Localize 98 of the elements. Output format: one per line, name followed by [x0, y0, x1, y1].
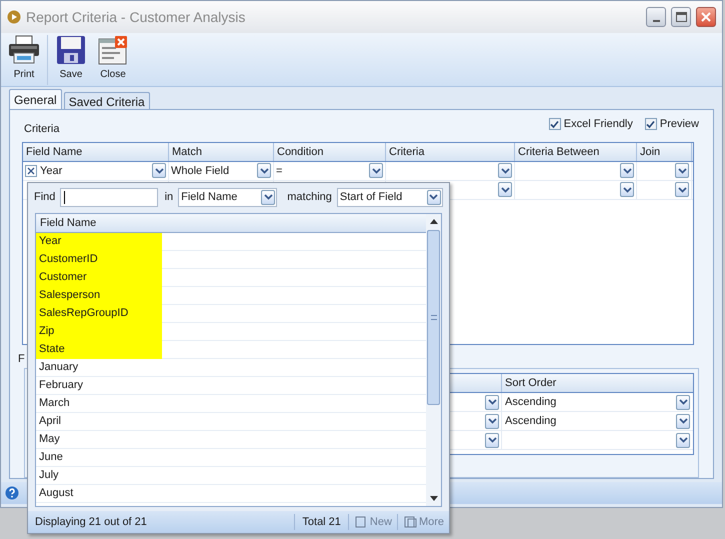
- chevron-down-icon: [678, 399, 688, 406]
- find-label: Find: [34, 190, 56, 205]
- chevron-down-icon: [488, 418, 496, 424]
- list-item[interactable]: June: [36, 448, 63, 466]
- print-toolbar-button[interactable]: Print: [5, 35, 43, 82]
- chevron-down-icon: [154, 168, 164, 174]
- list-item[interactable]: State: [36, 340, 162, 358]
- chevron-down-icon: [500, 168, 510, 174]
- column-header: Field Name: [36, 214, 426, 233]
- list-item[interactable]: July: [36, 466, 59, 484]
- matching-label: matching: [287, 190, 332, 205]
- tab[interactable]: Saved Criteria: [64, 92, 150, 109]
- chevron-down-icon: [488, 437, 496, 444]
- scroll-thumb[interactable]: [427, 230, 440, 405]
- dropdown-button[interactable]: [676, 414, 690, 429]
- chevron-down-icon: [372, 168, 380, 174]
- field-dropdown[interactable]: Field Name: [178, 188, 278, 206]
- list-item[interactable]: May: [36, 430, 60, 448]
- column-header: Criteria: [386, 142, 515, 161]
- checkbox-label: Excel Friendly: [564, 117, 633, 132]
- maximize-button[interactable]: [671, 7, 691, 27]
- list-item[interactable]: Year: [36, 232, 162, 250]
- chevron-down-icon: [678, 437, 688, 444]
- printer-icon: [8, 35, 40, 65]
- minimize-button[interactable]: [646, 7, 666, 27]
- cell-value: Ascending: [505, 414, 558, 430]
- column-header: Condition: [274, 142, 386, 161]
- list-item[interactable]: Zip: [36, 322, 162, 340]
- dropdown-button[interactable]: [152, 163, 166, 178]
- close-icon: [701, 12, 711, 22]
- page-icon: [354, 516, 368, 528]
- dropdown-button[interactable]: [675, 182, 689, 198]
- total-count: Total 21: [294, 514, 348, 530]
- chevron-down-icon: [429, 194, 438, 200]
- dropdown-button[interactable]: [676, 432, 690, 448]
- cell-value: Year: [40, 164, 64, 179]
- find-field[interactable]: [60, 188, 158, 206]
- app-icon: [7, 10, 21, 24]
- column-header: Join: [637, 142, 692, 161]
- x-icon: [27, 166, 35, 175]
- close-toolbar-button[interactable]: Close: [94, 35, 132, 82]
- status-text: Displaying 21 out of 21: [35, 514, 148, 530]
- cell-value: =: [276, 164, 284, 179]
- document-close-icon: [98, 35, 128, 65]
- window-title: Report Criteria - Customer Analysis: [26, 8, 246, 27]
- dropdown-button[interactable]: [257, 163, 271, 178]
- dropdown-button[interactable]: [620, 182, 634, 198]
- list-item[interactable]: Salesperson: [36, 286, 162, 304]
- list-item[interactable]: April: [36, 412, 62, 430]
- list-item[interactable]: August: [36, 484, 74, 502]
- section-label: F: [18, 352, 25, 367]
- scroll-down-arrow[interactable]: [430, 496, 438, 501]
- save-toolbar-button[interactable]: Save: [52, 35, 90, 82]
- scroll-up-arrow[interactable]: [430, 219, 438, 224]
- dropdown-button[interactable]: [620, 163, 634, 178]
- help-icon[interactable]: [5, 486, 19, 500]
- dropdown-button[interactable]: [498, 163, 512, 178]
- chevron-down-icon: [500, 186, 510, 193]
- dropdown-button[interactable]: [485, 394, 499, 410]
- list-item[interactable]: March: [36, 394, 70, 412]
- cell-value: Whole Field: [171, 164, 230, 179]
- dropdown-button[interactable]: [485, 414, 499, 429]
- list-item[interactable]: January: [36, 358, 78, 376]
- matching-dropdown[interactable]: Start of Field: [336, 188, 443, 206]
- chevron-down-icon: [622, 168, 632, 174]
- dropdown-button[interactable]: [676, 394, 690, 410]
- list-item[interactable]: February: [36, 376, 84, 394]
- chevron-down-icon: [678, 418, 688, 424]
- checkmark-icon: [646, 120, 656, 129]
- chevron-down-icon: [260, 168, 268, 174]
- column-header: Criteria Between: [515, 142, 637, 161]
- tab[interactable]: General: [9, 89, 62, 109]
- chevron-down-icon: [678, 186, 686, 193]
- chevron-down-icon: [622, 186, 632, 193]
- checkbox-label: Preview: [660, 117, 699, 132]
- dropdown-button[interactable]: [485, 432, 499, 448]
- column-header: Match: [169, 142, 274, 161]
- dropdown-button[interactable]: [498, 182, 512, 198]
- section-label: Criteria: [24, 122, 60, 137]
- checkmark-icon: [550, 120, 560, 129]
- chevron-down-icon: [678, 168, 686, 174]
- dropdown-button[interactable]: [369, 163, 383, 178]
- column-header: Field Name: [23, 142, 169, 161]
- in-label: in: [164, 190, 174, 205]
- remove-row-button[interactable]: [25, 164, 37, 177]
- checkbox[interactable]: [644, 118, 657, 130]
- dropdown-button[interactable]: [675, 163, 689, 178]
- column-header: Sort Order: [504, 376, 558, 392]
- list-item[interactable]: CustomerID: [36, 250, 162, 268]
- list-item[interactable]: SalesRepGroupID: [36, 304, 162, 322]
- scrollbar[interactable]: [426, 214, 441, 506]
- checkbox[interactable]: [548, 118, 561, 130]
- cell-value: Ascending: [505, 395, 558, 410]
- chevron-down-icon: [488, 399, 496, 406]
- pages-icon: [402, 516, 417, 528]
- list-item[interactable]: Customer: [36, 268, 162, 286]
- close-button[interactable]: [696, 7, 716, 27]
- chevron-down-icon: [264, 194, 273, 200]
